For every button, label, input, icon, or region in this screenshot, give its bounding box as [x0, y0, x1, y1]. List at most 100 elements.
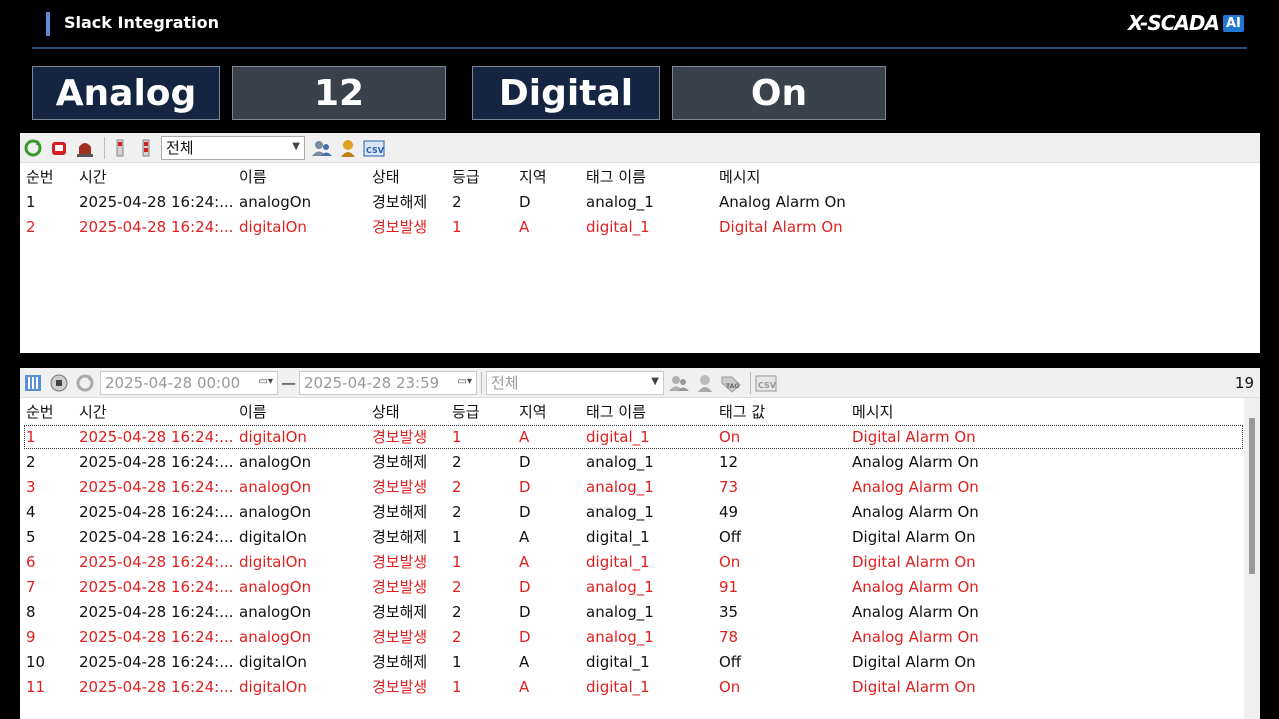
siren-off-icon[interactable] — [74, 137, 96, 159]
history-table-row[interactable]: 11 2025-04-28 16:24:... digitalOn 경보발생 1 Adig… — [20, 674, 1244, 699]
digital-label-tile: Digital — [472, 66, 660, 120]
user-icon[interactable] — [694, 372, 716, 394]
digital-value-tile: On — [672, 66, 886, 120]
history-table-cell: 2025-04-28 16:24:... — [79, 577, 233, 596]
history-table-row[interactable]: 10 2025-04-28 16:24:... digitalOn 경보해제 1 Adig… — [20, 649, 1244, 674]
history-table-cell: Analog Alarm On — [852, 627, 979, 646]
history-table-cell: analog_1 — [586, 577, 654, 596]
csv-export-icon[interactable]: CSV — [363, 137, 385, 159]
start-date-value: 2025-04-28 00:00 — [105, 373, 241, 392]
current-column-header[interactable]: 시간 — [73, 163, 233, 189]
history-column-header[interactable]: 시간 — [73, 398, 233, 424]
refresh-icon[interactable] — [22, 137, 44, 159]
history-table-cell: 3 — [26, 477, 36, 496]
history-table-cell: 경보해제 — [372, 603, 428, 621]
chevron-down-icon: ▼ — [292, 140, 300, 152]
current-table-cell: Digital Alarm On — [719, 217, 843, 236]
history-table-cell: 경보발생 — [372, 428, 428, 446]
history-table-row[interactable]: 1 2025-04-28 16:24:... digitalOn 경보발생 1 Adigi… — [20, 424, 1244, 449]
analog-label-tile: Analog — [32, 66, 220, 120]
csv-export-icon[interactable]: CSV — [755, 372, 777, 394]
history-table-cell: analog_1 — [586, 627, 654, 646]
current-alarm-toolbar: 전체 ▼ CSV — [20, 133, 1260, 163]
current-column-header[interactable]: 메시지 — [713, 163, 1260, 189]
history-column-header[interactable]: 지역 — [513, 398, 580, 424]
tag-icon[interactable]: TAG — [720, 372, 742, 394]
calendar-icon: ▭▾ — [457, 375, 472, 387]
header-bar: Slack Integration X-SCADA AI — [0, 0, 1279, 50]
history-table-cell: D — [519, 577, 531, 596]
history-column-header[interactable]: 태그 이름 — [580, 398, 713, 424]
current-table-cell: analogOn — [239, 192, 312, 211]
history-table-row[interactable]: 7 2025-04-28 16:24:... analogOn 경보발생 2 Danalo… — [20, 574, 1244, 599]
start-date-field[interactable]: 2025-04-28 00:00 ▭▾ — [100, 370, 278, 395]
scrollbar-thumb[interactable] — [1249, 418, 1255, 574]
alarm-history-table: 순번 시간 이름 상태 등급 지역 태그 이름 태그 값 메시지 1 2025-04-28 16:… — [20, 398, 1244, 699]
history-table-cell: 35 — [719, 602, 739, 621]
history-table-row[interactable]: 8 2025-04-28 16:24:... analogOn 경보해제 2 Danalo… — [20, 599, 1244, 624]
history-table-cell: 5 — [26, 527, 36, 546]
date-range-separator: — — [281, 373, 296, 392]
history-table-cell: analog_1 — [586, 602, 654, 621]
history-table-cell: 10 — [26, 652, 46, 671]
current-table-row[interactable]: 1 2025-04-28 16:24:... analogOn 경보해제 2 Danalo… — [20, 189, 1260, 214]
history-column-header[interactable]: 태그 값 — [713, 398, 846, 424]
current-table-row[interactable]: 2 2025-04-28 16:24:... digitalOn 경보발생 1 Adigi… — [20, 214, 1260, 239]
history-table-row[interactable]: 5 2025-04-28 16:24:... digitalOn 경보해제 1 Adigi… — [20, 524, 1244, 549]
history-table-cell: D — [519, 477, 531, 496]
stop-icon[interactable] — [48, 372, 70, 394]
history-filter-select[interactable]: 전체 ▼ — [486, 370, 664, 395]
current-column-header[interactable]: 태그 이름 — [580, 163, 713, 189]
history-table-row[interactable]: 4 2025-04-28 16:24:... analogOn 경보해제 2 Danalo… — [20, 499, 1244, 524]
history-table-row[interactable]: 3 2025-04-28 16:24:... analogOn 경보발생 2 Danalo… — [20, 474, 1244, 499]
history-table-cell: 1 — [452, 527, 462, 546]
current-column-header[interactable]: 순번 — [20, 163, 73, 189]
user-group-icon[interactable] — [311, 137, 333, 159]
reload-icon[interactable] — [74, 372, 96, 394]
title-accent — [46, 12, 50, 36]
history-table-cell: D — [519, 452, 531, 471]
history-column-header[interactable]: 순번 — [20, 398, 73, 424]
history-table-cell: 경보발생 — [372, 478, 428, 496]
siren-on-icon[interactable] — [48, 137, 70, 159]
history-column-header[interactable]: 상태 — [366, 398, 446, 424]
history-table-cell: D — [519, 602, 531, 621]
history-table-cell: D — [519, 627, 531, 646]
history-scrollbar[interactable] — [1244, 398, 1260, 719]
history-table-cell: A — [519, 427, 530, 446]
history-table-row[interactable]: 2 2025-04-28 16:24:... analogOn 경보해제 2 Danalo… — [20, 449, 1244, 474]
history-table-cell: 경보발생 — [372, 553, 428, 571]
current-table-cell: D — [519, 192, 531, 211]
user-group-icon[interactable] — [668, 372, 690, 394]
grid-icon[interactable] — [22, 372, 44, 394]
history-table-cell: 78 — [719, 627, 739, 646]
history-table-cell: 경보해제 — [372, 453, 428, 471]
current-header-row: 순번 시간 이름 상태 등급 지역 태그 이름 메시지 — [20, 163, 1260, 189]
history-table-cell: digital_1 — [586, 652, 650, 671]
history-table-row[interactable]: 6 2025-04-28 16:24:... digitalOn 경보발생 1 Adigi… — [20, 549, 1244, 574]
history-table-cell: 73 — [719, 477, 739, 496]
ack-one-icon[interactable] — [109, 137, 131, 159]
current-table-cell: analog_1 — [586, 192, 654, 211]
ack-all-icon[interactable] — [135, 137, 157, 159]
current-column-header[interactable]: 등급 — [446, 163, 513, 189]
current-filter-select[interactable]: 전체 ▼ — [161, 135, 305, 160]
user-icon[interactable] — [337, 137, 359, 159]
history-table-cell: 1 — [452, 427, 462, 446]
history-table-cell: Digital Alarm On — [852, 552, 976, 571]
current-column-header[interactable]: 지역 — [513, 163, 580, 189]
history-table-cell: 2 — [452, 502, 462, 521]
history-table-cell: Digital Alarm On — [852, 652, 976, 671]
history-column-header[interactable]: 이름 — [233, 398, 366, 424]
history-table-cell: 1 — [452, 652, 462, 671]
current-column-header[interactable]: 이름 — [233, 163, 366, 189]
history-column-header[interactable]: 등급 — [446, 398, 513, 424]
history-column-header[interactable]: 메시지 — [846, 398, 1244, 424]
history-table-row[interactable]: 9 2025-04-28 16:24:... analogOn 경보발생 2 Danalo… — [20, 624, 1244, 649]
end-date-field[interactable]: 2025-04-28 23:59 ▭▾ — [299, 370, 477, 395]
logo-text: X-SCADA — [1128, 11, 1220, 35]
history-table-cell: 8 — [26, 602, 36, 621]
history-filter-value: 전체 — [491, 374, 519, 392]
current-column-header[interactable]: 상태 — [366, 163, 446, 189]
history-table-cell: 9 — [26, 627, 36, 646]
